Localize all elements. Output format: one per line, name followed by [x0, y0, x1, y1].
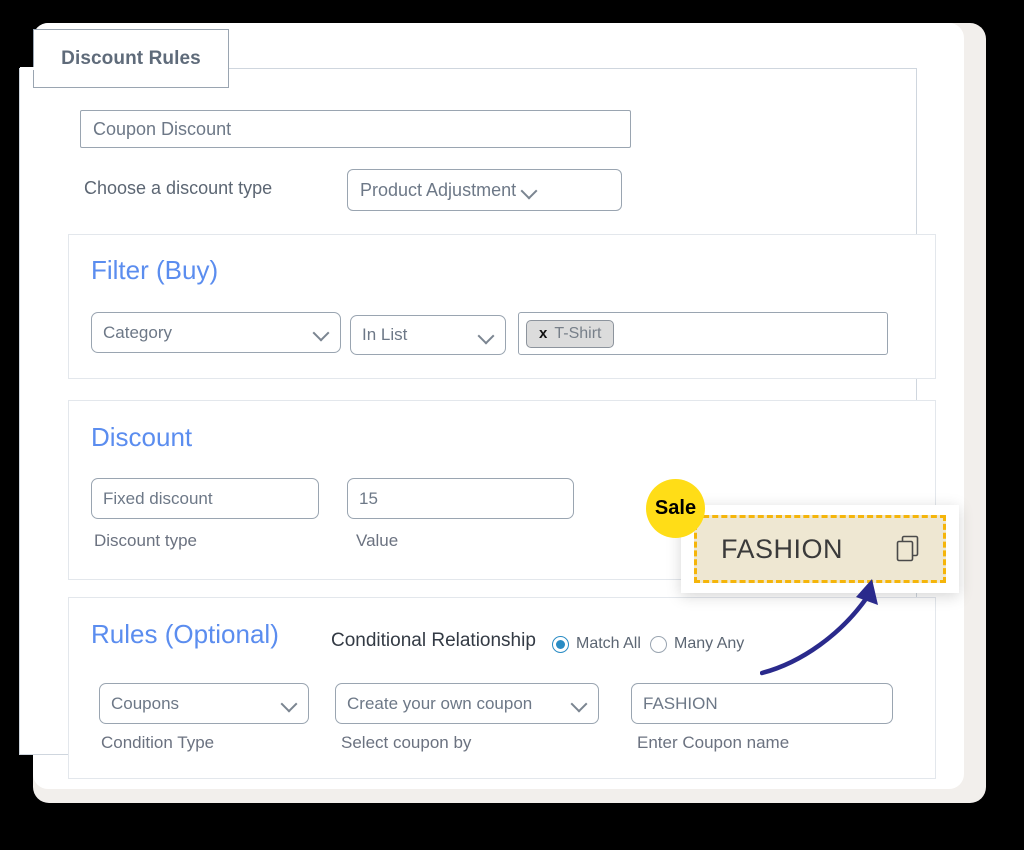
filter-field-value: Category	[103, 322, 172, 342]
condition-type-value: Coupons	[111, 693, 180, 713]
select-coupon-by-select[interactable]: Create your own coupon	[335, 683, 599, 724]
x-icon[interactable]: x	[539, 325, 547, 342]
sale-badge-label: Sale	[654, 497, 697, 519]
tab-active-underline-mask	[20, 67, 215, 70]
radio-unselected-icon[interactable]	[650, 635, 667, 653]
filter-value-chip[interactable]: x T-Shirt	[526, 319, 615, 348]
discount-type-caption: Discount type	[94, 531, 197, 550]
select-coupon-by-value: Create your own coupon	[347, 693, 533, 713]
filter-buy-title: Filter (Buy)	[91, 255, 219, 285]
chevron-down-icon	[522, 183, 537, 198]
chevron-down-icon	[572, 696, 587, 711]
coupon-name-input[interactable]: Coupon Discount	[80, 110, 631, 148]
filter-field-select[interactable]: Category	[91, 312, 341, 353]
coupon-name-field[interactable]: FASHION	[631, 683, 893, 724]
filter-values-input[interactable]: x T-Shirt	[518, 312, 888, 355]
coupon-name-caption: Enter Coupon name	[637, 733, 790, 752]
discount-value-input-value: 15	[359, 488, 378, 508]
chevron-down-icon	[479, 328, 494, 343]
discount-type-selected-value: Product Adjustment	[360, 179, 517, 200]
chevron-down-icon	[282, 696, 297, 711]
copy-icon[interactable]	[895, 534, 921, 564]
radio-match-all-label: Match All	[576, 635, 641, 652]
filter-value-chip-label: T-Shirt	[554, 324, 602, 342]
discount-type-select[interactable]: Product Adjustment	[347, 169, 622, 211]
filter-operator-select[interactable]: In List	[350, 315, 506, 355]
discount-value-caption: Value	[356, 531, 399, 550]
discount-section-title: Discount	[91, 422, 193, 452]
coupon-name-field-value: FASHION	[643, 693, 718, 713]
choose-discount-type-label: Choose a discount type	[84, 178, 273, 198]
rules-section-title: Rules (Optional)	[91, 619, 279, 649]
discount-type-input-value: Fixed discount	[103, 488, 213, 508]
select-coupon-by-caption: Select coupon by	[341, 733, 472, 752]
radio-selected-icon[interactable]	[552, 635, 569, 653]
condition-type-select[interactable]: Coupons	[99, 683, 309, 724]
radio-many-any-label: Many Any	[674, 635, 745, 652]
discount-type-input[interactable]: Fixed discount	[91, 478, 319, 519]
chevron-down-icon	[314, 325, 329, 340]
tab-discount-rules[interactable]: Discount Rules	[33, 29, 229, 88]
discount-value-input[interactable]: 15	[347, 478, 574, 519]
radio-match-all[interactable]: Match All	[552, 635, 641, 653]
radio-many-any[interactable]: Many Any	[650, 635, 744, 653]
filter-operator-value: In List	[362, 325, 408, 344]
coupon-code-text: FASHION	[721, 533, 844, 564]
condition-type-caption: Condition Type	[101, 733, 215, 752]
coupon-name-value: Coupon Discount	[93, 118, 232, 139]
conditional-relationship-label: Conditional Relationship	[331, 630, 536, 651]
coupon-code-chip[interactable]: FASHION	[694, 515, 946, 583]
sale-badge: Sale	[646, 479, 705, 538]
